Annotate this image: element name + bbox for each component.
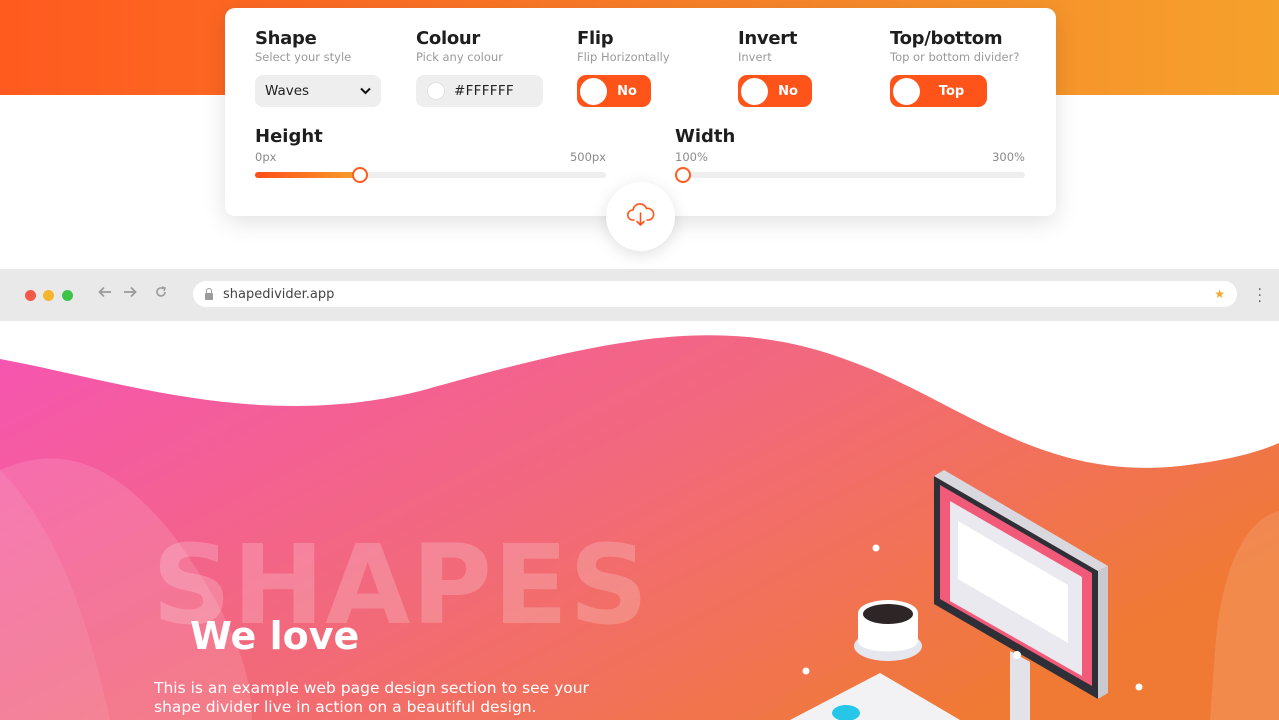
download-button[interactable] bbox=[606, 182, 675, 251]
colour-picker[interactable]: #FFFFFF bbox=[416, 75, 543, 107]
topbottom-toggle-label: Top bbox=[938, 83, 965, 99]
shape-control: Shape Select your style bbox=[255, 28, 351, 64]
maximize-window-dot[interactable] bbox=[62, 290, 73, 301]
url-text: shapedivider.app bbox=[223, 286, 335, 302]
address-bar[interactable]: shapedivider.app ★ bbox=[193, 281, 1237, 307]
topbottom-toggle[interactable]: Top bbox=[890, 75, 987, 107]
height-slider-thumb[interactable] bbox=[352, 167, 369, 183]
topbottom-label: Top/bottom bbox=[890, 28, 1003, 49]
topbottom-control: Top/bottom Top or bottom divider? bbox=[890, 28, 1019, 64]
invert-sublabel: Invert bbox=[738, 50, 772, 64]
height-slider-track[interactable] bbox=[255, 167, 606, 183]
hero-description: This is an example web page design secti… bbox=[154, 679, 624, 717]
invert-control: Invert Invert bbox=[738, 28, 797, 64]
invert-toggle[interactable]: No bbox=[738, 75, 812, 107]
shape-label: Shape bbox=[255, 28, 317, 49]
back-arrow-icon[interactable] bbox=[98, 284, 112, 302]
shape-select[interactable]: Waves bbox=[255, 75, 381, 107]
reload-icon[interactable] bbox=[155, 284, 167, 302]
flip-label: Flip bbox=[577, 28, 614, 49]
width-label: Width bbox=[675, 126, 736, 147]
coffee-cup-illustration bbox=[854, 600, 922, 661]
invert-toggle-label: No bbox=[778, 83, 798, 99]
height-min-label: 0px bbox=[255, 150, 277, 164]
hero-description-line-2: shape divider live in action on a beauti… bbox=[154, 698, 537, 716]
lock-icon bbox=[205, 287, 213, 300]
colour-swatch bbox=[428, 83, 444, 99]
width-max-label: 300% bbox=[992, 150, 1025, 164]
flip-control: Flip Flip Horizontally bbox=[577, 28, 670, 64]
width-min-label: 100% bbox=[675, 150, 708, 164]
topbottom-sublabel: Top or bottom divider? bbox=[890, 50, 1020, 64]
width-slider-track[interactable] bbox=[675, 167, 1025, 183]
close-window-dot[interactable] bbox=[25, 290, 36, 301]
toggle-knob bbox=[893, 77, 920, 105]
toggle-knob bbox=[741, 77, 768, 105]
height-label: Height bbox=[255, 126, 323, 147]
hero-section: SHAPES We love This is an example web pa… bbox=[0, 321, 1279, 720]
width-slider-block: Width 100% 300% bbox=[675, 126, 1025, 183]
shape-sublabel: Select your style bbox=[255, 50, 352, 64]
height-slider-block: Height 0px 500px bbox=[255, 126, 606, 183]
colour-label: Colour bbox=[416, 28, 481, 49]
invert-label: Invert bbox=[738, 28, 798, 49]
cloud-download-icon bbox=[626, 202, 656, 232]
star-icon[interactable]: ★ bbox=[1214, 287, 1225, 301]
forward-arrow-icon[interactable] bbox=[123, 284, 137, 302]
height-slider-fill bbox=[255, 172, 361, 178]
colour-value: #FFFFFF bbox=[454, 83, 515, 99]
flip-toggle[interactable]: No bbox=[577, 75, 651, 107]
colour-control: Colour Pick any colour bbox=[416, 28, 503, 64]
width-slider-thumb[interactable] bbox=[675, 167, 691, 183]
toggle-knob bbox=[580, 77, 607, 105]
chevron-down-icon bbox=[360, 84, 371, 98]
shape-select-value: Waves bbox=[265, 83, 310, 99]
browser-toolbar: shapedivider.app ★ · · · bbox=[0, 269, 1279, 321]
hero-heading: We love bbox=[190, 614, 360, 658]
flip-sublabel: Flip Horizontally bbox=[577, 50, 670, 64]
hero-description-line-1: This is an example web page design secti… bbox=[154, 679, 589, 697]
height-max-label: 500px bbox=[569, 150, 606, 164]
kebab-menu-icon[interactable]: · · · bbox=[1258, 283, 1262, 309]
flip-toggle-label: No bbox=[617, 83, 637, 99]
minimize-window-dot[interactable] bbox=[43, 290, 54, 301]
colour-sublabel: Pick any colour bbox=[416, 50, 503, 64]
